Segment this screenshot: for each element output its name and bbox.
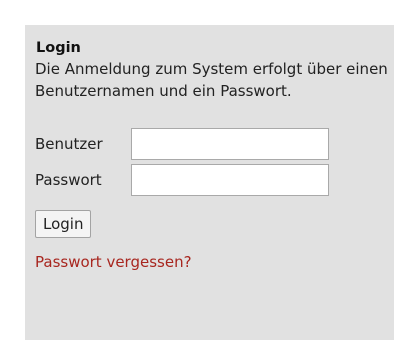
login-title: Login [36, 40, 81, 56]
login-panel: Login Die Anmeldung zum System erfolgt ü… [25, 25, 394, 340]
username-input[interactable] [131, 128, 329, 160]
login-button[interactable]: Login [35, 210, 92, 238]
forgot-password-link[interactable]: Passwort vergessen? [35, 252, 394, 272]
login-description: Die Anmeldung zum System erfolgt über ei… [35, 60, 388, 100]
username-label: Benutzer [35, 135, 103, 153]
password-input[interactable] [131, 164, 329, 196]
username-row: Benutzer [35, 128, 394, 160]
password-label: Passwort [35, 171, 102, 189]
password-row: Passwort [35, 164, 394, 196]
